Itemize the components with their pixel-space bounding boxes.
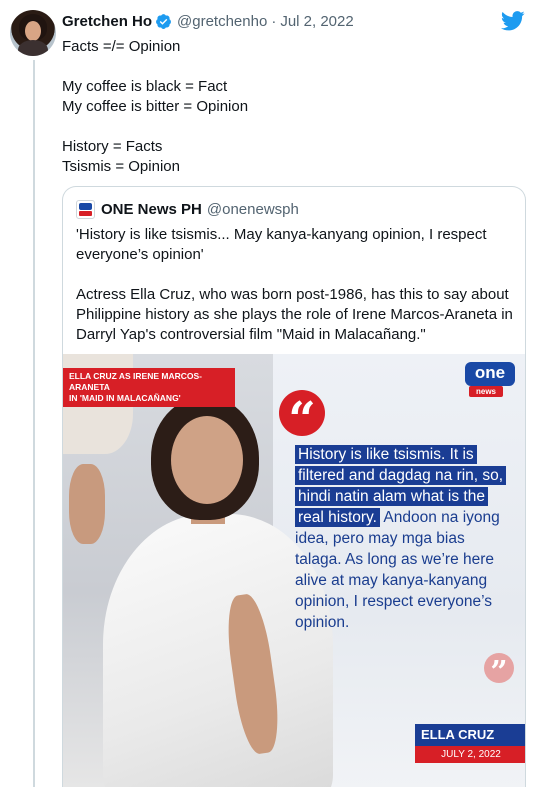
logo-news-text: news: [469, 386, 503, 397]
thread-line: [33, 60, 35, 787]
onenews-avatar-icon: [76, 200, 95, 219]
tweet-date[interactable]: Jul 2, 2022: [280, 13, 353, 30]
quoted-tweet[interactable]: ONE News PH @onenewsph 'History is like …: [62, 186, 526, 787]
quoted-media-image[interactable]: ELLA CRUZ AS IRENE MARCOS-ARANETA IN 'MA…: [63, 354, 525, 787]
verified-badge-icon: [156, 14, 171, 29]
quoted-paragraph: 'History is like tsismis... May kanya-ka…: [76, 226, 487, 263]
caption-line: IN 'MAID IN MALACAÑANG': [69, 393, 181, 403]
quoted-text: 'History is like tsismis... May kanya-ka…: [76, 225, 518, 365]
tweet-line: [62, 57, 248, 77]
quoted-source-handle[interactable]: @onenewsph: [207, 201, 299, 218]
image-caption-tag: ELLA CRUZ AS IRENE MARCOS-ARANETA IN 'MA…: [63, 368, 235, 407]
onenews-logo: one news: [465, 362, 515, 400]
quoted-header: ONE News PH @onenewsph: [76, 200, 299, 219]
tweet-header: Gretchen Ho @gretchenho · Jul 2, 2022: [62, 13, 354, 30]
avatar[interactable]: [10, 10, 56, 56]
image-quote-text: History is like tsismis. It is filtered …: [295, 444, 515, 633]
quote-mark-icon: “: [279, 390, 325, 448]
twitter-bird-icon[interactable]: [501, 11, 525, 31]
tweet-line: Facts =/= Opinion: [62, 38, 181, 55]
caption-line: ELLA CRUZ AS IRENE MARCOS-ARANETA: [69, 371, 203, 392]
peace-sign-hand: [69, 464, 105, 544]
tweet-line: My coffee is bitter = Opinion: [62, 98, 249, 115]
tweet-line: Tsismis = Opinion: [62, 158, 180, 175]
quoted-source-name[interactable]: ONE News PH: [101, 201, 202, 218]
person-face: [171, 416, 243, 504]
author-name[interactable]: Gretchen Ho: [62, 13, 152, 30]
tweet-line: [62, 117, 248, 137]
quoted-paragraph: Actress Ella Cruz, who was born post-198…: [76, 286, 513, 343]
speaker-name: ELLA CRUZ: [415, 724, 525, 746]
avatar-face: [25, 21, 41, 41]
tweet-text: Facts =/= Opinion My coffee is black = F…: [62, 37, 248, 177]
author-handle[interactable]: @gretchenho: [177, 13, 267, 30]
tweet-line: My coffee is black = Fact: [62, 78, 228, 95]
quote-rest: Andoon na iyong idea, pero may mga bias …: [295, 509, 500, 631]
logo-one-text: one: [465, 362, 515, 386]
speaker-date: JULY 2, 2022: [415, 746, 525, 763]
avatar-body: [18, 40, 48, 56]
close-quote-mark-icon: ”: [484, 653, 514, 690]
speaker-name-tag: ELLA CRUZ JULY 2, 2022: [415, 724, 525, 763]
tweet-line: History = Facts: [62, 138, 163, 155]
separator: ·: [271, 13, 277, 30]
